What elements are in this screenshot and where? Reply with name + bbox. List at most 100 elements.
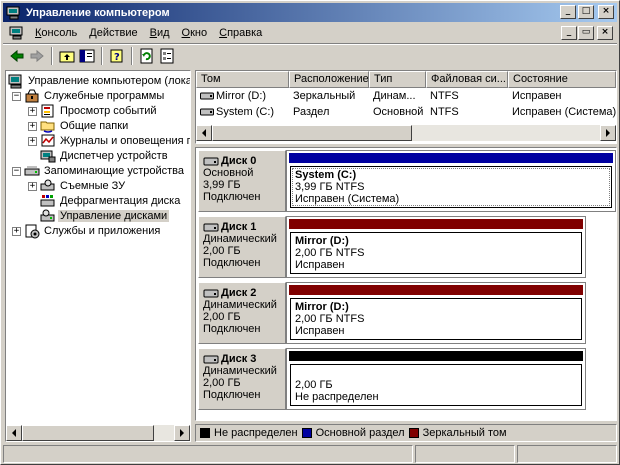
table-cell: Основной (373, 106, 424, 118)
tree-item-label: Службы и приложения (44, 225, 161, 237)
table-row[interactable]: System (C:) Раздел Основной NTFS Исправе… (196, 104, 616, 120)
tree-horizontal-scrollbar[interactable] (6, 425, 190, 441)
forward-arrow-icon[interactable] (27, 46, 47, 66)
back-arrow-icon[interactable] (7, 46, 27, 66)
volume-mirror-d[interactable]: Mirror (D:) 2,00 ГБ NTFS Исправен (290, 232, 582, 274)
mdi-close-button[interactable]: × (597, 26, 613, 40)
properties-icon[interactable] (157, 46, 177, 66)
legend-label: Не распределен (214, 427, 298, 439)
volume-list-horizontal-scrollbar[interactable] (196, 125, 616, 141)
tree-item-storage[interactable]: − Запоминающие устройства (12, 163, 186, 179)
disk-icon (203, 221, 219, 233)
expand-toggle[interactable]: + (28, 181, 37, 191)
tree-item-disk-management[interactable]: Управление дисками (28, 208, 170, 224)
console-window-icon[interactable] (9, 26, 25, 40)
tree-item-event-viewer[interactable]: + Просмотр событий (28, 103, 159, 119)
primary-partition-bar (289, 153, 613, 163)
window-title: Управление компьютером (26, 6, 170, 19)
disk-status: Подключен (203, 257, 261, 269)
mdi-restore-button[interactable]: ▭ (578, 26, 594, 40)
table-cell: Зеркальный (293, 90, 356, 102)
mirror-volume-bar (289, 219, 583, 229)
tree-item-removable-storage[interactable]: + Съемные ЗУ (28, 178, 127, 194)
column-header-volume[interactable]: Том (196, 71, 289, 88)
menu-action[interactable]: Действие (83, 27, 143, 39)
tree-item-label: Служебные программы (44, 90, 165, 102)
help-icon[interactable]: ? (107, 46, 127, 66)
status-pane (3, 445, 413, 463)
show-hide-tree-icon[interactable] (77, 46, 97, 66)
status-pane (415, 445, 515, 463)
toolbar-separator (51, 47, 53, 65)
tree-item-defrag[interactable]: Дефрагментация диска (28, 193, 182, 209)
tree-item-computer-management[interactable]: Управление компьютером (локаль (8, 73, 190, 89)
refresh-icon[interactable] (137, 46, 157, 66)
disk-2-label[interactable]: Диск 2 Динамический 2,00 ГБ Подключен (198, 282, 286, 344)
services-apps-icon (24, 223, 40, 239)
scroll-left-button[interactable] (6, 425, 22, 441)
left-arrow-icon (12, 429, 16, 437)
volume-system-c[interactable]: System (C:) 3,99 ГБ NTFS Исправен (Систе… (290, 166, 612, 208)
toolbar: ? (3, 45, 617, 67)
scroll-thumb[interactable] (22, 425, 154, 441)
menu-view[interactable]: Вид (144, 27, 176, 39)
table-row[interactable]: Mirror (D:) Зеркальный Динам... NTFS Исп… (196, 88, 616, 104)
tree-item-label: Просмотр событий (60, 105, 157, 117)
scroll-right-button[interactable] (600, 125, 616, 141)
console-tree: Управление компьютером (локаль − Служебн… (5, 70, 191, 442)
volume-status: Исправен (Система) (295, 193, 400, 205)
menu-help-accel: С (219, 27, 228, 39)
volume-name: Mirror (D:) (216, 90, 267, 102)
collapse-toggle[interactable]: − (12, 166, 21, 176)
title-bar[interactable]: Управление компьютером _ □ × (3, 3, 617, 22)
up-folder-icon[interactable] (57, 46, 77, 66)
tree-item-system-tools[interactable]: − Служебные программы (12, 88, 166, 104)
minimize-button[interactable]: _ (560, 5, 576, 19)
toolbar-separator (101, 47, 103, 65)
disk-3-partition-area: 2,00 ГБ Не распределен (286, 348, 586, 410)
tree-item-logs-alerts[interactable]: + Журналы и оповещения пр (28, 133, 190, 149)
tree-item-device-manager[interactable]: Диспетчер устройств (28, 148, 170, 164)
mdi-minimize-button[interactable]: _ (561, 26, 577, 40)
disk-status: Подключен (203, 323, 261, 335)
menu-view-accel: В (149, 27, 157, 39)
computer-management-window: Управление компьютером _ □ × Консоль Дей… (0, 0, 620, 465)
tree-item-services-apps[interactable]: + Службы и приложения (12, 223, 162, 239)
column-header-type[interactable]: Тип (369, 71, 426, 88)
menu-console[interactable]: Консоль (29, 27, 83, 39)
disk-1-label[interactable]: Диск 1 Динамический 2,00 ГБ Подключен (198, 216, 286, 278)
disk-3-label[interactable]: Диск 3 Динамический 2,00 ГБ Подключен (198, 348, 286, 410)
expand-toggle[interactable]: + (12, 226, 21, 236)
column-header-filesystem[interactable]: Файловая си... (426, 71, 508, 88)
volume-list: Том Расположение Тип Файловая си... Сост… (195, 70, 617, 144)
disk-0-label[interactable]: Диск 0 Основной 3,99 ГБ Подключен (198, 150, 286, 212)
volume-size: 2,00 ГБ NTFS (295, 247, 365, 259)
tree-item-shared-folders[interactable]: + Общие папки (28, 118, 130, 134)
disk-size: 3,99 ГБ (203, 179, 241, 191)
system-tools-icon (24, 88, 40, 104)
volume-unallocated[interactable]: 2,00 ГБ Не распределен (290, 364, 582, 406)
mirror-volume-bar (289, 285, 583, 295)
close-button[interactable]: × (598, 5, 614, 19)
table-cell: Mirror (D:) (196, 88, 289, 104)
column-header-layout[interactable]: Расположение (289, 71, 369, 88)
device-manager-icon (40, 148, 56, 164)
menu-action-accel: Д (89, 27, 97, 39)
expand-toggle[interactable]: + (28, 106, 37, 116)
collapse-toggle[interactable]: − (12, 91, 21, 101)
computer-management-app-icon[interactable] (6, 6, 22, 20)
scroll-right-button[interactable] (174, 425, 190, 441)
disk-name-text: Диск 1 (221, 221, 257, 233)
maximize-button[interactable]: □ (578, 5, 594, 19)
expand-toggle[interactable]: + (28, 121, 37, 131)
menu-help[interactable]: Справка (213, 27, 268, 39)
toolbar-separator (131, 47, 133, 65)
menu-window[interactable]: Окно (176, 27, 214, 39)
scroll-left-button[interactable] (196, 125, 212, 141)
expand-toggle[interactable]: + (28, 136, 37, 146)
disk-name: Диск 2 (203, 287, 285, 299)
menu-window-label: кно (190, 27, 208, 39)
scroll-thumb[interactable] (212, 125, 412, 141)
volume-mirror-d[interactable]: Mirror (D:) 2,00 ГБ NTFS Исправен (290, 298, 582, 340)
column-header-status[interactable]: Состояние (508, 71, 616, 88)
